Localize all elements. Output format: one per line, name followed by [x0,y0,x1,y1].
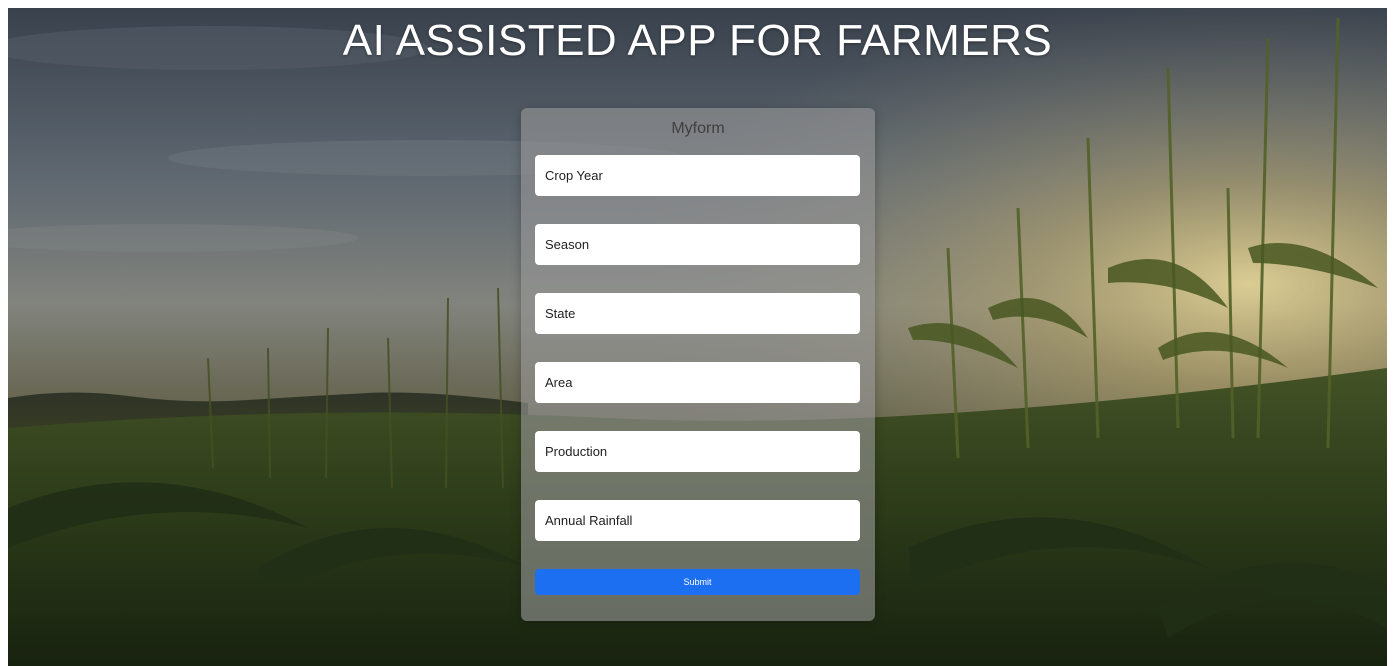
area-input[interactable] [535,362,860,403]
annual-rainfall-input[interactable] [535,500,860,541]
app-screen: AI ASSISTED APP FOR FARMERS Myform Submi… [8,8,1387,666]
form-title: Myform [671,120,725,137]
state-input[interactable] [535,293,860,334]
season-input[interactable] [535,224,860,265]
production-input[interactable] [535,431,860,472]
crop-year-input[interactable] [535,155,860,196]
page-title: AI ASSISTED APP FOR FARMERS [342,16,1053,65]
crop-form: Myform Submit [521,108,875,621]
submit-button[interactable]: Submit [535,569,860,595]
